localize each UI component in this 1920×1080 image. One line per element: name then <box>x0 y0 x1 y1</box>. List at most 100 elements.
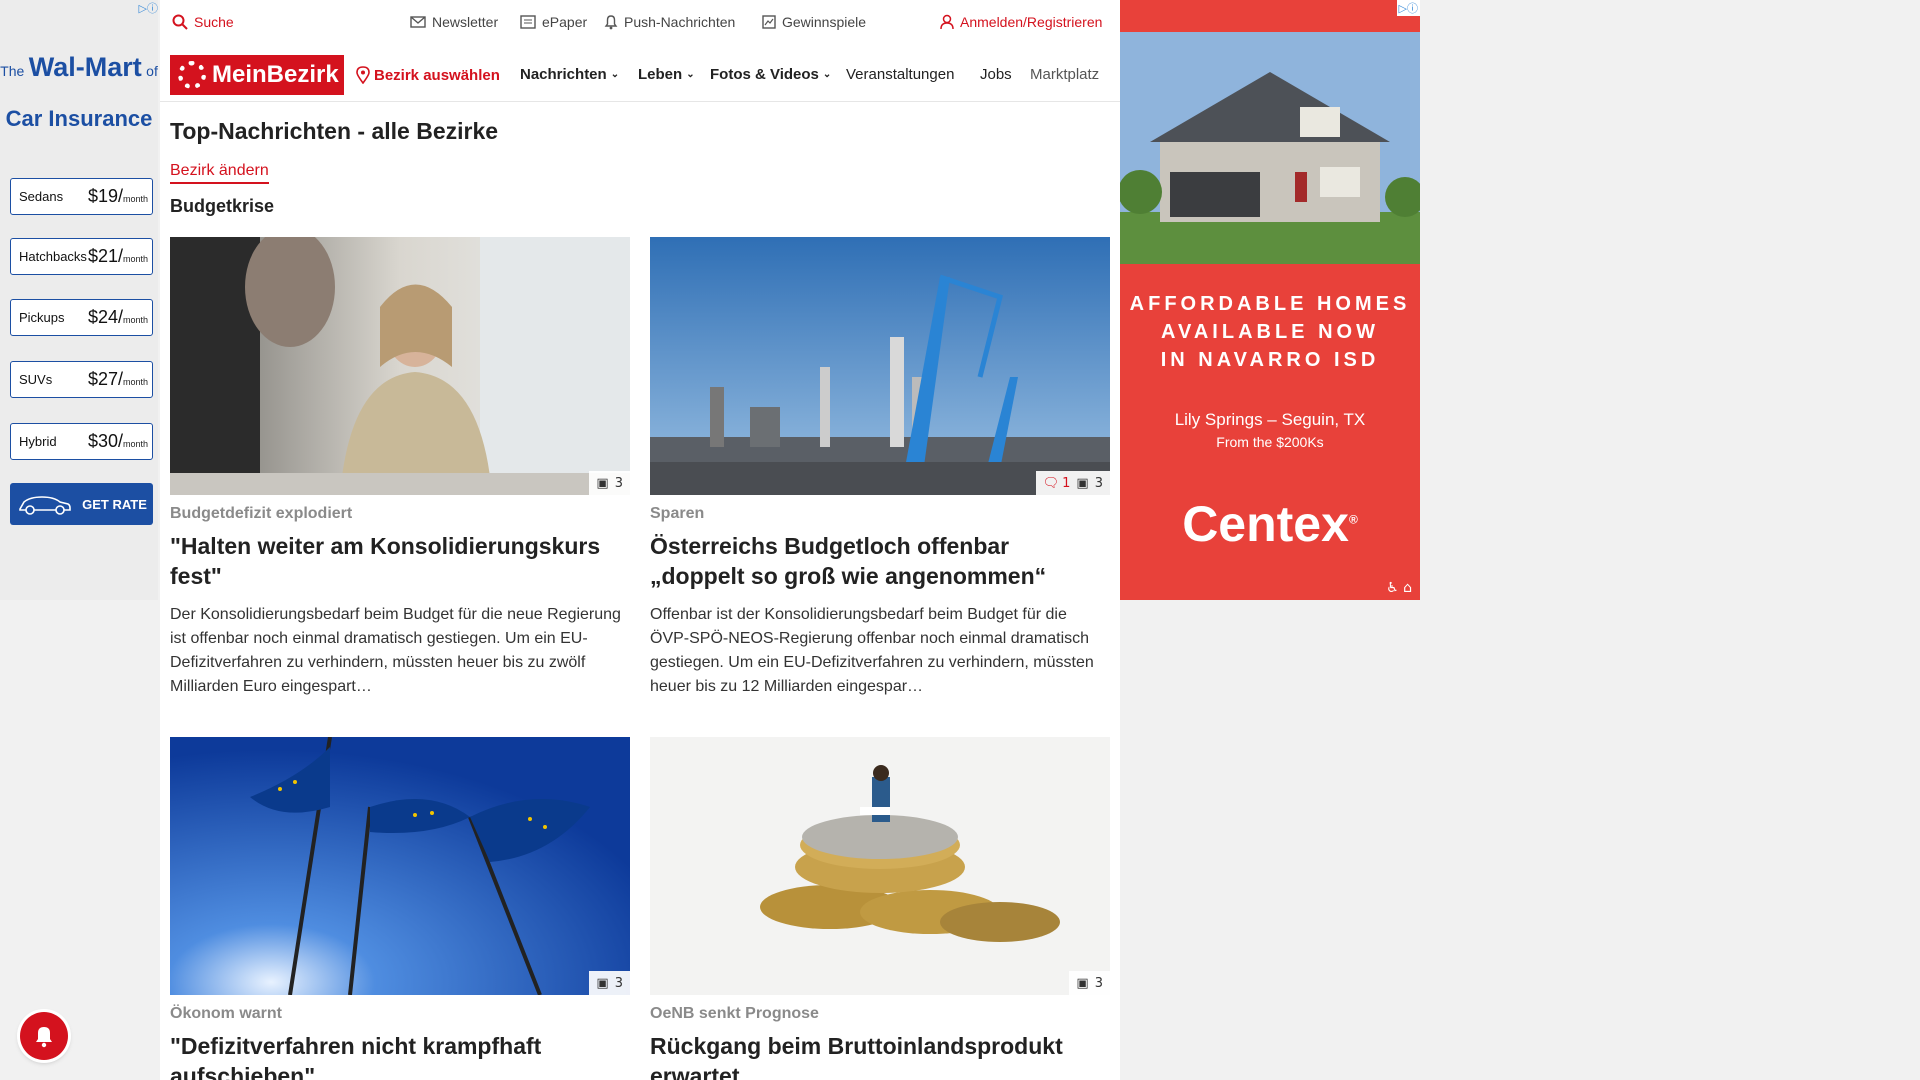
photo-icon: ▣ <box>1076 475 1089 491</box>
newspaper-icon <box>520 15 536 29</box>
article-headline[interactable]: "Halten weiter am Konsolidierungskurs fe… <box>170 531 630 591</box>
mail-icon <box>410 16 426 28</box>
notification-bell-button[interactable] <box>20 1012 68 1060</box>
article-teaser: Der Konsolidierungsbedarf beim Budget fü… <box>170 606 621 695</box>
ad-the-text: The <box>0 63 25 79</box>
ad-row-price: $21/ <box>87 246 123 266</box>
nav-item-nachrichten[interactable]: Nachrichten ⌄ <box>520 66 619 83</box>
nav-item-fotos-videos[interactable]: Fotos & Videos ⌄ <box>710 66 831 83</box>
user-icon <box>940 14 954 30</box>
centex-logo-text: Centex <box>1182 496 1349 552</box>
gift-icon <box>762 15 776 29</box>
main-navigation: MeinBezirk Bezirk auswählen Nachrichten ⌄… <box>160 46 1120 102</box>
page-title: Top-Nachrichten - alle Bezirke <box>170 118 499 144</box>
search-label: Suche <box>194 14 234 30</box>
ad-headline-line: IN NAVARRO ISD <box>1160 349 1380 371</box>
ad-price-row[interactable]: Sedans $19/month <box>10 178 153 215</box>
chevron-down-icon: ⌄ <box>686 69 695 80</box>
newsletter-label: Newsletter <box>432 14 499 30</box>
article-kicker: Budgetdefizit explodiert <box>170 505 353 522</box>
nav-label: Jobs <box>980 66 1012 83</box>
article-image[interactable]: ▣ 3 <box>170 737 630 995</box>
photo-icon: ▣ <box>1076 975 1089 991</box>
bezirk-select-label: Bezirk auswählen <box>374 66 500 84</box>
adchoices-icon[interactable]: ▷ⓘ <box>139 0 158 16</box>
epaper-link[interactable]: ePaper <box>520 14 587 30</box>
meinbezirk-logo[interactable]: MeinBezirk <box>170 55 344 95</box>
photo-count: 3 <box>1094 975 1103 991</box>
bell-icon <box>36 1027 52 1048</box>
nav-label: Marktplatz <box>1030 66 1100 83</box>
ad-price-row[interactable]: Hybrid $30/month <box>10 423 153 460</box>
get-rate-label: GET RATE <box>82 496 147 512</box>
ad-row-name: Hatchbacks <box>19 249 87 264</box>
nav-item-marktplatz[interactable]: Marktplatz <box>1030 66 1114 83</box>
nav-label: Nachrichten <box>520 66 607 83</box>
article-image[interactable]: ▣ 3 <box>650 737 1110 995</box>
article-teaser: Offenbar ist der Konsolidierungsbedarf b… <box>650 606 1094 695</box>
ad-headline: The Wal-Mart of <box>0 52 158 83</box>
right-advertisement[interactable]: ▷ⓘ AFFORDABLE HOMES AVAILABLE NOW IN NAV… <box>1120 0 1420 600</box>
logo-mark-icon <box>178 61 206 89</box>
ad-row-name: Pickups <box>19 310 65 325</box>
chevron-down-icon: ⌄ <box>610 69 620 80</box>
ad-of-text: of <box>146 63 158 79</box>
article-photo <box>650 237 1110 495</box>
newsletter-link[interactable]: Newsletter <box>410 14 498 30</box>
left-advertisement[interactable]: ▷ⓘ The Wal-Mart of Car Insurance Sedans … <box>0 0 158 600</box>
nav-item-leben[interactable]: Leben ⌄ <box>638 66 695 83</box>
bell-icon <box>604 15 618 30</box>
registered-mark: ® <box>1348 512 1358 527</box>
ad-price-row[interactable]: Pickups $24/month <box>10 299 153 336</box>
adchoices-icon[interactable]: ▷ⓘ <box>1396 0 1420 16</box>
change-bezirk-link[interactable]: Bezirk ändern <box>170 162 269 184</box>
article-image[interactable]: 🗨 1 ▣ 3 <box>650 237 1110 495</box>
article-headline[interactable]: Rückgang beim Bruttoinlandsprodukt erwar… <box>650 1031 1110 1080</box>
article-photo <box>170 737 630 995</box>
login-link[interactable]: Anmelden/Registrieren <box>940 14 1102 30</box>
article-card[interactable]: ▣ 3 Budgetdefizit explodiert "Halten wei… <box>170 237 630 699</box>
logo-text: MeinBezirk <box>212 61 339 88</box>
centex-logo[interactable]: Centex® <box>1120 495 1420 553</box>
house-photo <box>1120 32 1420 264</box>
main-column: Suche Newsletter ePaper Push-Nachrichten… <box>160 0 1120 1080</box>
article-image[interactable]: ▣ 3 <box>170 237 630 495</box>
gewinnspiele-link[interactable]: Gewinnspiele <box>762 14 866 30</box>
get-rate-button[interactable]: GET RATE <box>10 483 153 525</box>
chevron-down-icon: ⌄ <box>822 69 832 80</box>
nav-item-jobs[interactable]: Jobs <box>980 66 1012 83</box>
push-label: Push-Nachrichten <box>624 14 736 30</box>
section-title: Budgetkrise <box>170 196 275 216</box>
search-link[interactable]: Suche <box>172 14 234 30</box>
bezirk-select-link[interactable]: Bezirk auswählen <box>356 66 500 84</box>
comment-count[interactable]: 🗨 1 <box>1043 476 1071 491</box>
push-link[interactable]: Push-Nachrichten <box>604 14 735 30</box>
ad-price: From the $200Ks <box>1216 434 1324 450</box>
ad-row-per: month <box>122 194 148 204</box>
nav-label: Fotos & Videos <box>710 66 819 83</box>
ad-subtitle: Car Insurance <box>5 106 153 131</box>
article-headline[interactable]: Österreichs Budgetloch offenbar „doppelt… <box>650 531 1110 591</box>
media-badge: ▣ 3 <box>589 971 630 995</box>
ad-row-per: month <box>122 377 148 387</box>
login-label: Anmelden/Registrieren <box>960 14 1103 30</box>
ad-headline-line: AFFORDABLE HOMES <box>1129 293 1411 315</box>
ad-row-price: $30/ <box>87 431 123 451</box>
nav-item-veranstaltungen[interactable]: Veranstaltungen <box>846 66 954 83</box>
ad-price-row[interactable]: SUVs $27/month <box>10 361 153 398</box>
article-card[interactable]: ▣ 3 Ökonom warnt "Defizitverfahren nicht… <box>170 737 630 1080</box>
ad-headline: AFFORDABLE HOMES AVAILABLE NOW IN NAVARR… <box>1120 290 1420 374</box>
comment-count-value: 1 <box>1062 475 1071 491</box>
article-card[interactable]: ▣ 3 OeNB senkt Prognose Rückgang beim Br… <box>650 737 1110 1080</box>
car-icon <box>19 496 71 515</box>
epaper-label: ePaper <box>542 14 588 30</box>
ad-location: Lily Springs – Seguin, TX <box>1174 410 1366 429</box>
ad-price-row[interactable]: Hatchbacks $21/month <box>10 238 153 275</box>
article-card[interactable]: 🗨 1 ▣ 3 Sparen Österreichs Budgetloch off… <box>650 237 1110 699</box>
article-photo <box>650 737 1110 995</box>
nav-label: Veranstaltungen <box>846 66 955 83</box>
article-headline[interactable]: "Defizitverfahren nicht krampfhaft aufsc… <box>170 1031 630 1080</box>
search-icon <box>172 14 188 30</box>
ad-row-price: $19/ <box>87 186 123 206</box>
article-kicker: OeNB senkt Prognose <box>650 1005 819 1022</box>
